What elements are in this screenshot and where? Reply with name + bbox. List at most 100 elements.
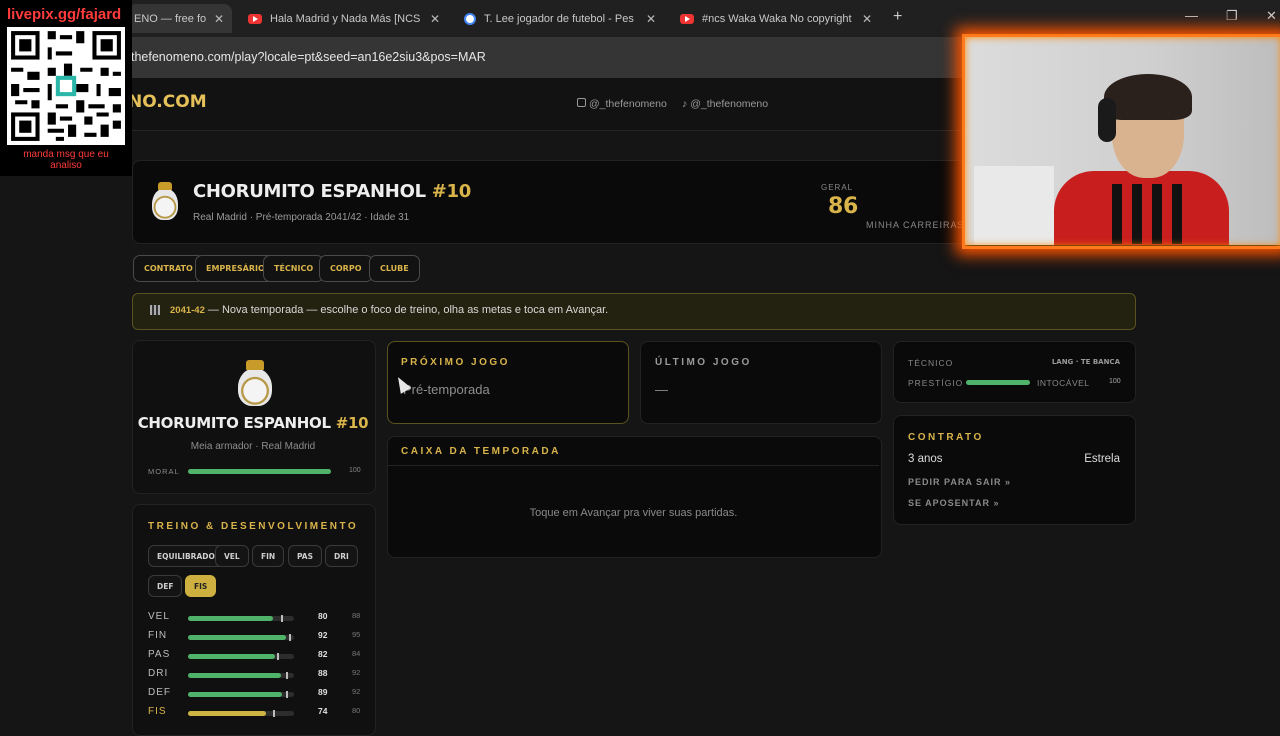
- contract-duration: 3 anos: [908, 453, 943, 465]
- attribute-potential: 80: [352, 706, 361, 715]
- tab-strip: ENO — free fo ✕ Hala Madrid y Nada Más […: [0, 0, 1280, 37]
- player-number: #10: [431, 181, 472, 202]
- attribute-row: DEF 89 92: [148, 687, 363, 701]
- contract-status: Estrela: [1084, 453, 1120, 465]
- attribute-label: FIN: [148, 630, 168, 641]
- training-option-fis[interactable]: FIS: [185, 575, 217, 597]
- real-madrid-crest-icon: [238, 360, 272, 406]
- close-tab-icon[interactable]: ✕: [646, 12, 656, 26]
- moral-label: MORAL: [148, 467, 180, 476]
- attribute-bar: [188, 634, 294, 641]
- prestige-value: 100: [1109, 378, 1121, 385]
- my-career-link[interactable]: MINHA CARREIRA: [866, 220, 958, 230]
- site-logo[interactable]: NO.COM: [128, 92, 207, 112]
- prestige-bar-fill: [966, 380, 1030, 385]
- attribute-row: PAS 82 84: [148, 649, 363, 663]
- attribute-bar-fill: [188, 711, 267, 716]
- season-box-title: CAIXA DA TEMPORADA: [401, 446, 561, 457]
- instagram-link[interactable]: @_thefenomeno: [577, 98, 667, 110]
- training-option-pas[interactable]: PAS: [288, 545, 323, 567]
- tab-waka-waka[interactable]: #ncs Waka Waka No copyright ✕: [670, 4, 880, 33]
- new-tab-button[interactable]: +: [893, 8, 902, 26]
- attribute-potential: 92: [352, 668, 361, 677]
- training-title: TREINO & DESENVOLVIMENTO: [148, 521, 359, 532]
- tab-title: Hala Madrid y Nada Más [NCS: [270, 12, 420, 25]
- attribute-bar-fill: [188, 616, 273, 621]
- moral-bar: [188, 469, 331, 474]
- potential-marker: [277, 653, 280, 660]
- retire-link[interactable]: SE APOSENTAR »: [908, 498, 1000, 508]
- profile-role: Meia armador · Real Madrid: [190, 441, 316, 452]
- leave-club-link[interactable]: PEDIR PARA SAIR »: [908, 477, 1011, 487]
- close-window-icon[interactable]: ✕: [1266, 8, 1277, 24]
- youtube-icon: [680, 13, 694, 24]
- attribute-value: 80: [318, 611, 328, 621]
- training-option-def[interactable]: DEF: [148, 575, 183, 597]
- attribute-value: 89: [318, 687, 328, 697]
- prestige-label: PRESTÍGIO: [908, 378, 964, 388]
- potential-marker: [281, 615, 284, 622]
- overlay-caption: manda msg que eu analiso: [23, 149, 109, 171]
- attribute-bar-fill: [188, 654, 275, 659]
- attribute-label: FIS: [148, 706, 167, 717]
- close-tab-icon[interactable]: ✕: [862, 12, 872, 26]
- close-tab-icon[interactable]: ✕: [214, 12, 224, 26]
- tiktok-link[interactable]: ♪ @_thefenomeno: [682, 98, 768, 110]
- attribute-bar: [188, 710, 294, 717]
- last-game-value: —: [655, 382, 668, 397]
- attribute-label: VEL: [148, 611, 170, 622]
- profile-name-text: CHORUMITO ESPANHOL: [137, 414, 331, 432]
- potential-marker: [285, 691, 288, 698]
- training-option-fin[interactable]: FIN: [252, 545, 285, 567]
- url-text[interactable]: thefenomeno.com/play?locale=pt&seed=an16…: [131, 50, 486, 64]
- real-madrid-crest-icon: [152, 182, 178, 220]
- qr-code-graphic: [11, 31, 121, 141]
- attribute-label: DEF: [148, 687, 171, 698]
- attribute-bar: [188, 653, 294, 660]
- tab-hala-madrid[interactable]: Hala Madrid y Nada Más [NCS ✕: [238, 4, 448, 33]
- youtube-icon: [248, 13, 262, 24]
- attribute-label: DRI: [148, 668, 169, 679]
- tab-fenomeno[interactable]: ENO — free fo ✕: [128, 4, 232, 33]
- maximize-icon[interactable]: ❐: [1226, 8, 1238, 24]
- training-option-equilibrado[interactable]: EQUILIBRADO: [148, 545, 224, 567]
- attribute-bar-fill: [188, 692, 283, 697]
- potential-marker: [272, 710, 275, 717]
- tab-title: T. Lee jogador de futebol - Pesq: [484, 12, 634, 25]
- attribute-row: VEL 80 88: [148, 611, 363, 625]
- potential-marker: [285, 672, 288, 679]
- attribute-bar: [188, 672, 294, 679]
- next-game-title: PRÓXIMO JOGO: [401, 357, 510, 368]
- attribute-value: 74: [318, 706, 328, 716]
- training-option-dri[interactable]: DRI: [325, 545, 358, 567]
- tiktok-handle: @_thefenomeno: [690, 98, 769, 110]
- attribute-potential: 88: [352, 611, 361, 620]
- season-box-empty: Toque em Avançar pra viver suas partidas…: [529, 507, 738, 519]
- tab-google-search[interactable]: T. Lee jogador de futebol - Pesq ✕: [454, 4, 664, 33]
- attribute-value: 88: [318, 668, 328, 678]
- tiktok-icon: ♪: [682, 98, 688, 110]
- profile-name: CHORUMITO ESPANHOL #10: [132, 414, 374, 432]
- attribute-potential: 95: [352, 630, 361, 639]
- qr-code-icon: [7, 27, 125, 145]
- instagram-handle: @_thefenomeno: [589, 98, 667, 110]
- attribute-bar-fill: [188, 635, 286, 640]
- nav-contrato[interactable]: CONTRATO: [133, 255, 204, 282]
- coach-value: LANG · TE BANCA: [1051, 358, 1120, 366]
- google-icon: [464, 12, 476, 25]
- instagram-icon: [577, 98, 586, 107]
- moral-value: 100: [349, 467, 361, 474]
- divider: [388, 465, 879, 466]
- nav-corpo[interactable]: CORPO: [319, 255, 373, 282]
- nav-clube[interactable]: CLUBE: [369, 255, 420, 282]
- attribute-row: FIN 92 95: [148, 630, 363, 644]
- attribute-label: PAS: [148, 649, 171, 660]
- close-tab-icon[interactable]: ✕: [430, 12, 440, 26]
- profile-number: #10: [335, 414, 369, 432]
- training-option-vel[interactable]: VEL: [215, 545, 249, 567]
- livepix-url: livepix.gg/fajard: [7, 6, 122, 23]
- minimize-icon[interactable]: —: [1185, 8, 1198, 23]
- attribute-bar: [188, 615, 294, 622]
- banner-message: — Nova temporada — escolhe o foco de tre…: [204, 304, 609, 316]
- nav-tecnico[interactable]: TÉCNICO: [263, 255, 325, 282]
